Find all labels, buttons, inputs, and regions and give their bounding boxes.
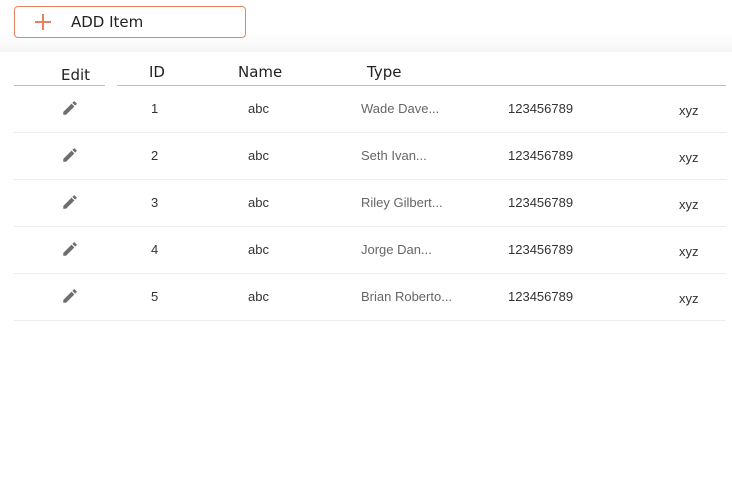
- toolbar: ADD Item: [0, 0, 732, 52]
- add-item-label: ADD Item: [71, 13, 144, 31]
- pencil-icon[interactable]: [61, 193, 79, 211]
- cell-id: 2: [151, 148, 159, 163]
- cell-number: 123456789: [508, 101, 574, 116]
- plus-icon: [35, 14, 51, 30]
- cell-id: 3: [151, 195, 159, 210]
- cell-number: 123456789: [508, 195, 574, 210]
- cell-extra: xyz: [679, 197, 699, 212]
- pencil-icon[interactable]: [61, 287, 79, 305]
- cell-name: abc: [248, 289, 269, 304]
- cell-type: Seth Ivan...: [361, 148, 427, 163]
- pencil-icon[interactable]: [61, 146, 79, 164]
- cell-name: abc: [248, 195, 269, 210]
- cell-number: 123456789: [508, 148, 574, 163]
- table-row: 3 abc Riley Gilbert... 123456789 xyz: [14, 180, 726, 227]
- cell-extra: xyz: [679, 103, 699, 118]
- cell-type: Jorge Dan...: [361, 242, 432, 257]
- table-row: 5 abc Brian Roberto... 123456789 xyz: [14, 274, 726, 321]
- cell-number: 123456789: [508, 289, 574, 304]
- table-row: 4 abc Jorge Dan... 123456789 xyz: [14, 227, 726, 274]
- table-row: 2 abc Seth Ivan... 123456789 xyz: [14, 133, 726, 180]
- cell-extra: xyz: [679, 291, 699, 306]
- column-header-name[interactable]: Name: [238, 63, 282, 81]
- cell-name: abc: [248, 242, 269, 257]
- cell-name: abc: [248, 148, 269, 163]
- cell-id: 1: [151, 101, 159, 116]
- cell-id: 5: [151, 289, 159, 304]
- cell-name: abc: [248, 101, 269, 116]
- cell-extra: xyz: [679, 150, 699, 165]
- pencil-icon[interactable]: [61, 99, 79, 117]
- cell-type: Wade Dave...: [361, 101, 440, 116]
- cell-type: Brian Roberto...: [361, 289, 453, 304]
- column-header-type[interactable]: Type: [367, 63, 401, 81]
- add-item-button[interactable]: ADD Item: [14, 6, 246, 38]
- cell-number: 123456789: [508, 242, 574, 257]
- cell-extra: xyz: [679, 244, 699, 259]
- column-header-edit: Edit: [61, 66, 91, 84]
- column-header-id[interactable]: ID: [149, 63, 165, 81]
- pencil-icon[interactable]: [61, 240, 79, 258]
- cell-type: Riley Gilbert...: [361, 195, 443, 210]
- table-row: 1 abc Wade Dave... 123456789 xyz: [14, 86, 726, 133]
- cell-id: 4: [151, 242, 159, 257]
